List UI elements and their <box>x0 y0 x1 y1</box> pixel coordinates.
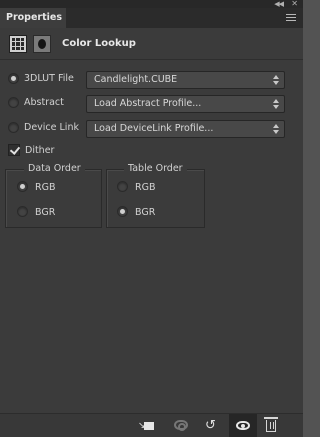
label-device-link: Device Link <box>24 122 79 133</box>
data-order-bgr-label: BGR <box>35 207 56 218</box>
collapse-panel-icon[interactable]: ◀◀ <box>274 0 284 8</box>
visibility-eye-icon[interactable] <box>236 421 250 430</box>
panel-title-strip: ◀◀ ✕ <box>0 0 303 8</box>
view-previous-state-icon-inner <box>178 423 186 431</box>
select-abstract-profile[interactable]: Load Abstract Profile... <box>86 95 285 113</box>
panel-footer: ↘ ↺ <box>0 413 303 437</box>
dither-checkbox[interactable] <box>8 144 20 156</box>
clip-to-layer-icon[interactable] <box>144 422 154 430</box>
label-abstract: Abstract <box>24 97 64 108</box>
panel-header: Color Lookup <box>0 28 303 60</box>
select-devicelink-profile-value: Load DeviceLink Profile... <box>94 123 214 134</box>
mask-icon[interactable] <box>33 35 51 53</box>
chevron-updown-icon <box>273 124 279 134</box>
table-order-rgb-label: RGB <box>135 182 156 193</box>
select-3dlut-file-value: Candlelight.CUBE <box>94 74 178 85</box>
radio-device-link[interactable] <box>8 122 19 133</box>
select-abstract-profile-value: Load Abstract Profile... <box>94 98 202 109</box>
panel-title: Color Lookup <box>62 38 136 49</box>
table-order-rgb-radio[interactable] <box>117 181 128 192</box>
close-icon[interactable]: ✕ <box>291 0 298 8</box>
trash-icon[interactable] <box>264 417 278 432</box>
tab-bar: Properties <box>0 8 303 28</box>
chevron-updown-icon <box>273 99 279 109</box>
data-order-title: Data Order <box>24 163 85 175</box>
data-order-group: Data Order RGB BGR <box>5 163 102 228</box>
adjustment-grid-icon[interactable] <box>9 35 27 53</box>
data-order-rgb-label: RGB <box>35 182 56 193</box>
table-order-bgr-label: BGR <box>135 207 156 218</box>
data-order-bgr-radio[interactable] <box>17 206 28 217</box>
table-order-bgr-radio[interactable] <box>117 206 128 217</box>
table-order-group: Table Order RGB BGR <box>106 163 205 228</box>
properties-panel: Color Lookup 3DLUT File Candlelight.CUBE… <box>0 28 303 413</box>
select-devicelink-profile[interactable]: Load DeviceLink Profile... <box>86 120 285 138</box>
select-3dlut-file[interactable]: Candlelight.CUBE <box>86 71 285 89</box>
radio-3dlut-file[interactable] <box>8 73 19 84</box>
dither-label: Dither <box>25 145 55 156</box>
panel-menu-icon[interactable] <box>286 14 296 22</box>
data-order-rgb-radio[interactable] <box>17 181 28 192</box>
reset-icon[interactable]: ↺ <box>205 419 216 433</box>
table-order-title: Table Order <box>124 163 187 175</box>
tab-properties[interactable]: Properties <box>0 8 66 28</box>
radio-abstract[interactable] <box>8 97 19 108</box>
label-3dlut-file: 3DLUT File <box>24 73 74 84</box>
chevron-updown-icon <box>273 75 279 85</box>
